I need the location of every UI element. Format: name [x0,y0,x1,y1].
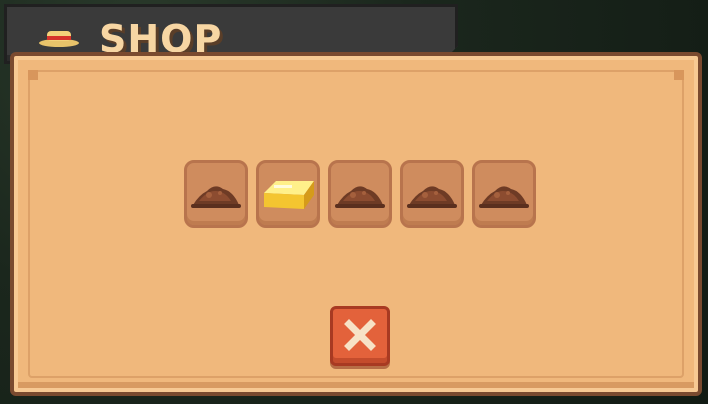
item-slot-5[interactable] [472,160,536,228]
dirt-pile-icon [335,186,385,208]
item-slot-1[interactable] [184,160,248,228]
close-button[interactable] [330,306,390,366]
item-slot-4[interactable] [400,160,464,228]
item-slots [184,160,536,228]
dirt-pile-icon [191,186,241,208]
shop-panel [10,52,702,396]
corner-dot-top-left [28,70,38,80]
dirt-pile-icon [479,186,529,208]
item-slot-2[interactable] [256,160,320,228]
dirt-pile-icon [407,186,457,208]
straw-hat-icon [39,31,79,47]
game-screen: SHOP [0,0,708,404]
corner-dot-top-right [674,70,684,80]
gold-bar-icon [264,181,314,209]
close-icon [344,318,376,351]
item-slot-3[interactable] [328,160,392,228]
